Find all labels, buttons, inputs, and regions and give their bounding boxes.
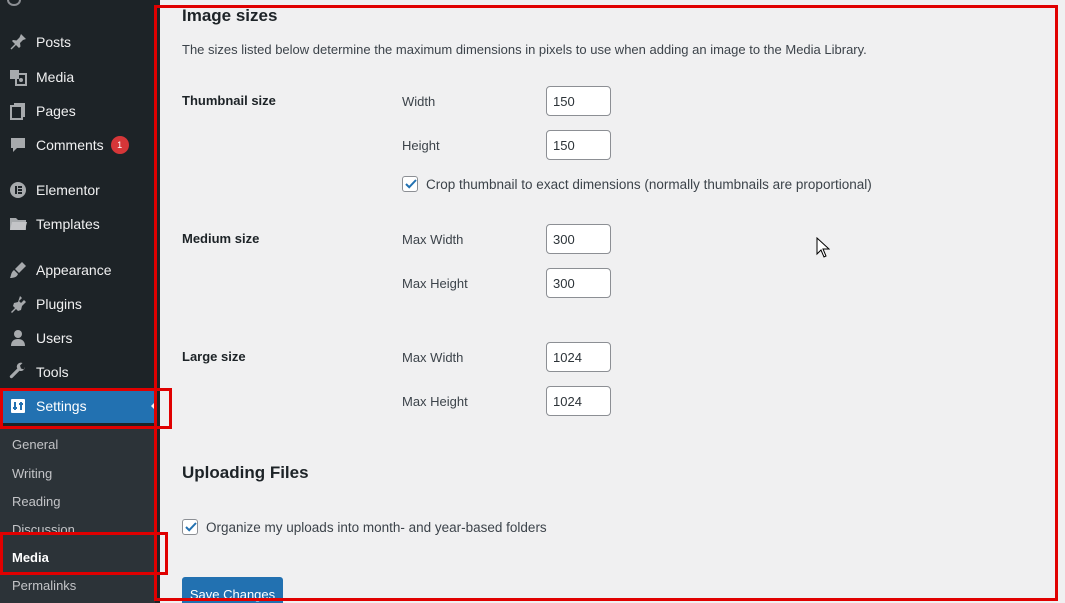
sidebar-item-label: Templates bbox=[36, 216, 100, 232]
sidebar-item-users[interactable]: Users bbox=[0, 321, 155, 355]
wordpress-logo-icon[interactable] bbox=[0, 0, 160, 10]
sidebar-item-label: Tools bbox=[36, 364, 69, 380]
medium-size-heading: Medium size bbox=[182, 231, 260, 246]
mouse-cursor-icon bbox=[816, 237, 830, 258]
media-icon bbox=[0, 67, 36, 87]
media-settings-panel: Image sizes The sizes listed below deter… bbox=[160, 0, 1065, 603]
folder-icon bbox=[0, 214, 36, 234]
medium-height-label: Max Height bbox=[402, 276, 468, 291]
submenu-general[interactable]: General bbox=[12, 437, 58, 452]
large-size-heading: Large size bbox=[182, 349, 246, 364]
image-sizes-description: The sizes listed below determine the max… bbox=[182, 42, 867, 57]
sidebar-item-label: Posts bbox=[36, 34, 72, 50]
checkmark-icon bbox=[405, 179, 417, 189]
submenu-reading[interactable]: Reading bbox=[12, 494, 60, 509]
comments-icon bbox=[0, 135, 36, 155]
admin-sidebar: Posts Media Pages Comments 1 Elementor T… bbox=[0, 0, 160, 603]
settings-icon bbox=[0, 396, 36, 416]
thumbnail-width-input[interactable]: 150 bbox=[546, 86, 611, 116]
medium-width-input[interactable]: 300 bbox=[546, 224, 611, 254]
thumbnail-height-input[interactable]: 150 bbox=[546, 130, 611, 160]
submenu-media[interactable]: Media bbox=[12, 550, 49, 565]
organize-uploads-label: Organize my uploads into month- and year… bbox=[206, 519, 547, 535]
sidebar-item-comments[interactable]: Comments 1 bbox=[0, 128, 155, 162]
thumbnail-size-heading: Thumbnail size bbox=[182, 93, 276, 108]
sidebar-item-media[interactable]: Media bbox=[0, 60, 155, 94]
comments-count-badge: 1 bbox=[110, 136, 129, 154]
crop-thumbnail-option[interactable]: Crop thumbnail to exact dimensions (norm… bbox=[402, 176, 872, 192]
sidebar-item-elementor[interactable]: Elementor bbox=[0, 173, 155, 207]
settings-submenu bbox=[0, 428, 155, 603]
user-icon bbox=[0, 328, 36, 348]
pages-icon bbox=[0, 101, 36, 121]
organize-uploads-checkbox[interactable] bbox=[182, 519, 198, 535]
sidebar-item-label: Comments bbox=[36, 137, 104, 153]
sidebar-item-appearance[interactable]: Appearance bbox=[0, 253, 155, 287]
sidebar-item-label: Users bbox=[36, 330, 73, 346]
submenu-permalinks[interactable]: Permalinks bbox=[12, 578, 76, 593]
sidebar-item-label: Elementor bbox=[36, 182, 100, 198]
brush-icon bbox=[0, 260, 36, 280]
thumbnail-width-label: Width bbox=[402, 94, 436, 109]
sidebar-item-plugins[interactable]: Plugins bbox=[0, 287, 155, 321]
large-width-input[interactable]: 1024 bbox=[546, 342, 611, 372]
uploading-files-title: Uploading Files bbox=[182, 463, 309, 482]
sidebar-item-pages[interactable]: Pages bbox=[0, 94, 155, 128]
active-indicator bbox=[151, 401, 156, 411]
organize-uploads-option[interactable]: Organize my uploads into month- and year… bbox=[182, 519, 547, 535]
wrench-icon bbox=[0, 362, 36, 382]
checkmark-icon bbox=[185, 522, 197, 532]
plugin-icon bbox=[0, 294, 36, 314]
sidebar-item-label: Pages bbox=[36, 103, 76, 119]
sidebar-item-label: Settings bbox=[36, 398, 87, 414]
thumbnail-height-label: Height bbox=[402, 138, 440, 153]
crop-thumbnail-checkbox[interactable] bbox=[402, 176, 418, 192]
pin-icon bbox=[0, 32, 36, 52]
image-sizes-title: Image sizes bbox=[182, 6, 278, 25]
sidebar-item-tools[interactable]: Tools bbox=[0, 355, 155, 389]
sidebar-item-templates[interactable]: Templates bbox=[0, 207, 155, 241]
sidebar-item-label: Plugins bbox=[36, 296, 82, 312]
save-changes-button[interactable]: Save Changes bbox=[182, 577, 283, 603]
large-height-input[interactable]: 1024 bbox=[546, 386, 611, 416]
submenu-discussion[interactable]: Discussion bbox=[12, 522, 75, 537]
medium-width-label: Max Width bbox=[402, 232, 464, 247]
medium-height-input[interactable]: 300 bbox=[546, 268, 611, 298]
sidebar-item-label: Appearance bbox=[36, 262, 112, 278]
sidebar-item-settings[interactable]: Settings bbox=[0, 389, 156, 423]
large-width-label: Max Width bbox=[402, 350, 464, 365]
crop-thumbnail-label: Crop thumbnail to exact dimensions (norm… bbox=[426, 176, 872, 192]
sidebar-item-posts[interactable]: Posts bbox=[0, 25, 155, 59]
sidebar-item-label: Media bbox=[36, 69, 75, 85]
submenu-writing[interactable]: Writing bbox=[12, 466, 52, 481]
large-height-label: Max Height bbox=[402, 394, 468, 409]
elementor-icon bbox=[0, 180, 36, 200]
